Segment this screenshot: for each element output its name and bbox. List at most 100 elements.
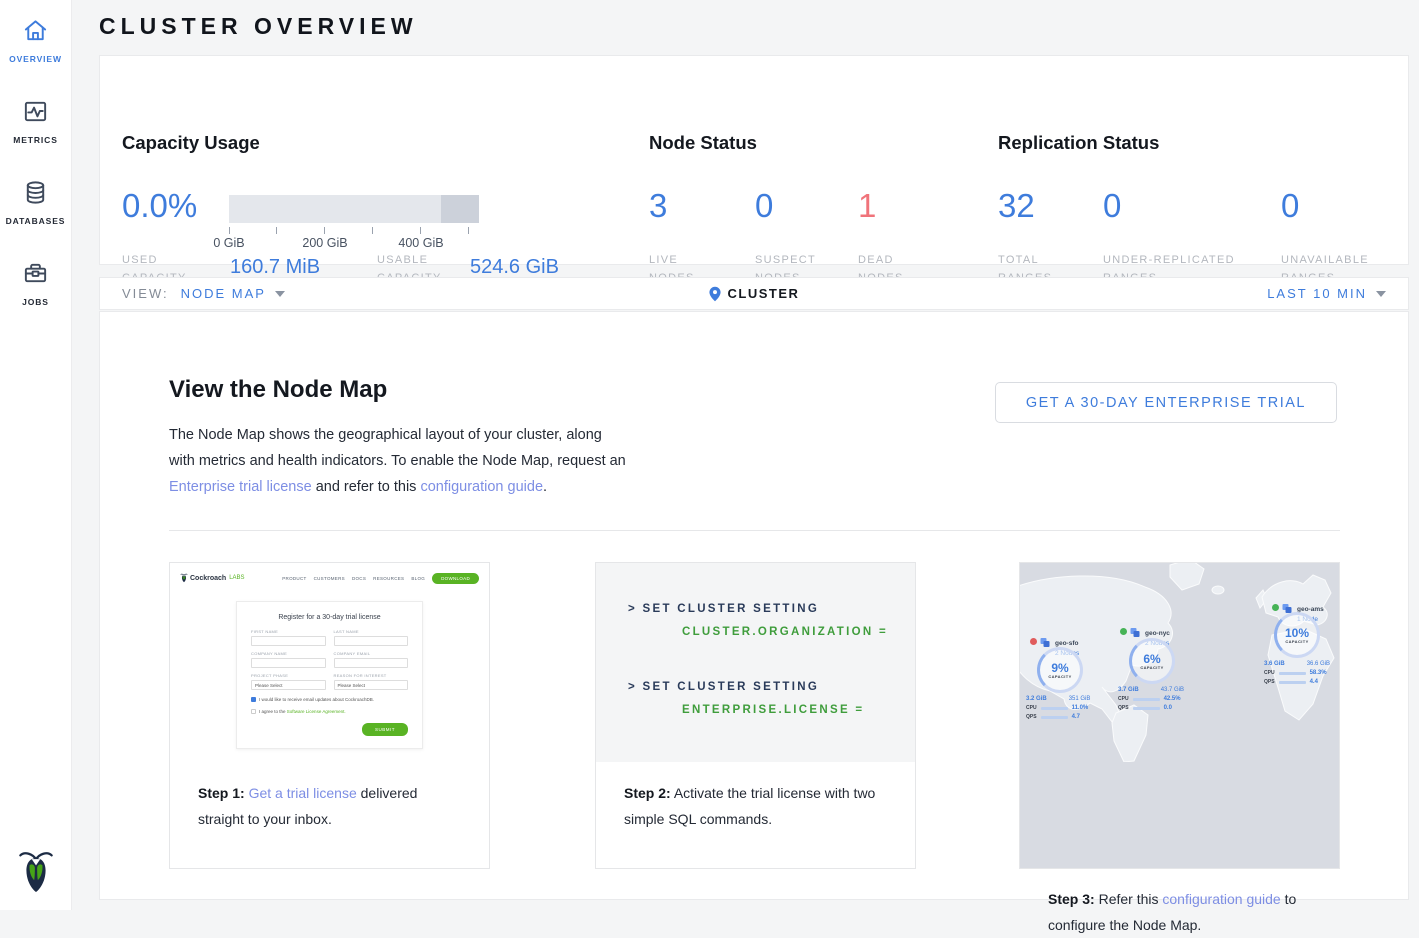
qps-value: 4.4 (1310, 679, 1318, 685)
field-label: COMPANY EMAIL (334, 651, 409, 656)
field-label: FIRST NAME (251, 629, 326, 634)
step-3-card: geo-sfo2 Nodes 9% CAPACITY 3.2 GiB351 Gi… (1019, 562, 1340, 869)
capacity-used-percent: 0.0% (122, 188, 197, 224)
checkbox-label: I agree to the Software License Agreemen… (259, 709, 346, 714)
checkbox-icon (251, 709, 256, 714)
capacity-axis-label: 400 GiB (391, 236, 451, 250)
capacity-label: CAPACITY (1140, 665, 1163, 670)
text-input (334, 658, 409, 668)
sidebar-item-databases[interactable]: DATABASES (0, 162, 71, 243)
field-label: REASON FOR INTEREST (334, 673, 409, 678)
step-1-card: Cockroach LABS PRODUCT CUSTOMERS DOCS RE… (169, 562, 490, 869)
trial-registration-form: Register for a 30-day trial license FIRS… (236, 601, 423, 749)
view-label: VIEW: (122, 286, 169, 301)
section-divider (169, 530, 1340, 531)
download-button: DOWNLOAD (432, 573, 479, 584)
sql-prompt-line: > SET CLUSTER SETTING (628, 603, 819, 615)
node-map-heading: View the Node Map (169, 376, 387, 404)
select-input: Please Select (251, 680, 326, 690)
step-2-caption: Step 2: Activate the trial license with … (596, 762, 915, 832)
sidebar-item-label: DATABASES (0, 216, 71, 226)
used-capacity-value: 160.7 MiB (230, 256, 320, 279)
description-text: and refer to this (316, 479, 417, 495)
checkbox-label: I would like to receive email updates ab… (259, 697, 374, 702)
qps-bar (1041, 716, 1068, 719)
home-icon (22, 17, 49, 44)
database-icon (22, 179, 49, 206)
sql-setting-line: CLUSTER.ORGANIZATION = (682, 626, 888, 638)
sql-prompt-line: > SET CLUSTER SETTING (628, 681, 819, 693)
step-label: Step 3: (1048, 891, 1095, 907)
cockroach-logo-icon (180, 573, 188, 583)
live-status-badge (1272, 604, 1279, 611)
nav-link: DOCS (352, 576, 366, 581)
sidebar-item-metrics[interactable]: METRICS (0, 81, 71, 162)
qps-bar (1279, 681, 1306, 684)
total-ranges-value: 32 (998, 188, 1035, 224)
capacity-bar-chart (229, 195, 479, 223)
sidebar-item-label: METRICS (0, 135, 71, 145)
cpu-value: 58.3% (1310, 670, 1327, 676)
time-range-selector[interactable]: LAST 10 MIN (1267, 286, 1408, 301)
nav-link: BLOG (411, 576, 425, 581)
capacity-label: CAPACITY (1285, 639, 1308, 644)
description-text: The Node Map shows the geographical layo… (169, 427, 626, 469)
nodes-cube-icon (1129, 627, 1141, 639)
get-trial-license-link[interactable]: Get a trial license (249, 785, 357, 801)
configuration-guide-link[interactable]: configuration guide (1162, 891, 1280, 907)
suspect-nodes-value: 0 (755, 188, 773, 224)
enterprise-trial-button[interactable]: GET A 30-DAY ENTERPRISE TRIAL (995, 382, 1337, 423)
capacity-percent: 6% (1143, 653, 1160, 665)
scope-label: CLUSTER (728, 286, 800, 301)
qps-bar (1133, 707, 1160, 710)
node-map-description: The Node Map shows the geographical layo… (169, 422, 627, 500)
view-bar: VIEW: NODE MAP CLUSTER LAST 10 MIN (99, 277, 1409, 310)
capacity-percent: 10% (1285, 627, 1309, 639)
cluster-summary-panel: Capacity Usage 0.0% 0 GiB 200 GiB 400 Gi… (99, 55, 1409, 265)
capacity-ring: 6% CAPACITY (1129, 638, 1175, 684)
cockroach-labs-brand: Cockroach LABS (180, 573, 245, 583)
enterprise-trial-license-link[interactable]: Enterprise trial license (169, 479, 312, 495)
cpu-label: CPU (1264, 670, 1275, 676)
capacity-axis-label: 200 GiB (295, 236, 355, 250)
time-range-value: LAST 10 MIN (1267, 286, 1367, 301)
sidebar-item-label: OVERVIEW (0, 54, 71, 64)
cpu-label: CPU (1118, 696, 1129, 702)
step-2-card: > SET CLUSTER SETTING CLUSTER.ORGANIZATI… (595, 562, 916, 869)
nav-link: RESOURCES (373, 576, 404, 581)
node-map-panel: View the Node Map The Node Map shows the… (99, 311, 1409, 900)
live-nodes-value: 3 (649, 188, 667, 224)
used-capacity: 3.6 GiB (1264, 661, 1285, 667)
text-input (251, 658, 326, 668)
total-capacity: 43.7 GiB (1161, 687, 1184, 693)
used-capacity: 3.2 GiB (1026, 696, 1047, 702)
sidebar-item-overview[interactable]: OVERVIEW (0, 0, 71, 81)
select-input: Please Select (334, 680, 409, 690)
location-pin-icon (709, 286, 721, 302)
mini-site-nav: PRODUCT CUSTOMERS DOCS RESOURCES BLOG DO… (282, 573, 479, 584)
node-status-title: Node Status (649, 132, 757, 154)
license-agreement-link: Software License Agreement. (287, 709, 346, 714)
step-label: Step 1: (198, 785, 245, 801)
field-label: COMPANY NAME (251, 651, 326, 656)
capacity-axis-label: 0 GiB (199, 236, 259, 250)
under-replicated-ranges-value: 0 (1103, 188, 1121, 224)
capacity-bar-reserved (441, 195, 479, 223)
view-selector[interactable]: VIEW: NODE MAP (100, 286, 285, 301)
scope-breadcrumb: CLUSTER (100, 286, 1408, 302)
configuration-guide-link[interactable]: configuration guide (420, 479, 543, 495)
cpu-label: CPU (1026, 705, 1037, 711)
step-3-node-map-preview: geo-sfo2 Nodes 9% CAPACITY 3.2 GiB351 Gi… (1020, 563, 1339, 868)
field-label: PROJECT PHASE (251, 673, 326, 678)
brand-text: Cockroach (190, 575, 226, 582)
nav-link: CUSTOMERS (314, 576, 345, 581)
step-2-code-block: > SET CLUSTER SETTING CLUSTER.ORGANIZATI… (596, 563, 915, 762)
page-title: CLUSTER OVERVIEW (99, 13, 418, 40)
cpu-bar (1041, 707, 1068, 710)
text-input (334, 636, 409, 646)
capacity-axis-ticks (229, 227, 479, 234)
sidebar-item-jobs[interactable]: JOBS (0, 243, 71, 324)
dead-nodes-value: 1 (858, 188, 876, 224)
qps-value: 4.7 (1072, 714, 1080, 720)
brand-suffix: LABS (229, 575, 244, 581)
